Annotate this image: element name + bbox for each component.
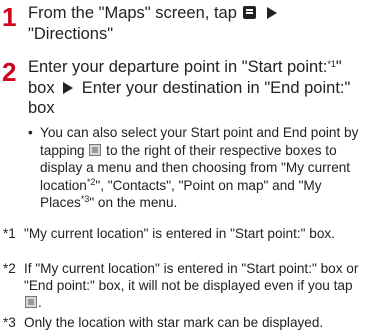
- footnote-text-part: .: [38, 295, 42, 311]
- footnote-text: "My current location" is entered in "Sta…: [24, 226, 335, 241]
- select-button-icon: [25, 296, 37, 309]
- bullet-text-part: " on the menu.: [89, 195, 178, 210]
- step-text: From the "Maps" screen, tap "Directions": [28, 3, 358, 44]
- step-number: 2: [2, 57, 17, 87]
- footnote-mark: *2: [3, 261, 16, 276]
- menu-key-icon: [243, 6, 257, 19]
- right-arrow-icon: [63, 81, 74, 94]
- footnote-text: Only the location with star mark can be …: [24, 315, 324, 330]
- step-1: 1 From the "Maps" screen, tap "Direction…: [0, 2, 371, 50]
- step-text-part: From the "Maps" screen, tap: [28, 4, 237, 22]
- select-button-icon: [89, 143, 102, 156]
- instruction-page: 1 From the "Maps" screen, tap "Direction…: [0, 0, 371, 333]
- bullet-marker: •: [28, 125, 33, 140]
- footnote-ref: *1: [327, 59, 336, 69]
- step-text-part: Enter your departure point in "Start poi…: [28, 58, 328, 76]
- bullet-note: • You can also select your Start point a…: [28, 124, 362, 212]
- footnote-text-part: If "My current location" is entered in "…: [24, 261, 359, 294]
- footnote-mark: *3: [3, 315, 16, 330]
- step-text: Enter your departure point in "Start poi…: [28, 57, 353, 119]
- right-arrow-icon: [267, 7, 278, 19]
- footnote-mark: *1: [3, 226, 16, 241]
- step-number: 1: [2, 2, 17, 32]
- step-text-part: Enter your destination in "End point:" b…: [28, 78, 351, 118]
- step-text-part: "Directions": [28, 24, 114, 43]
- footnote-text: If "My current location" is entered in "…: [24, 260, 366, 312]
